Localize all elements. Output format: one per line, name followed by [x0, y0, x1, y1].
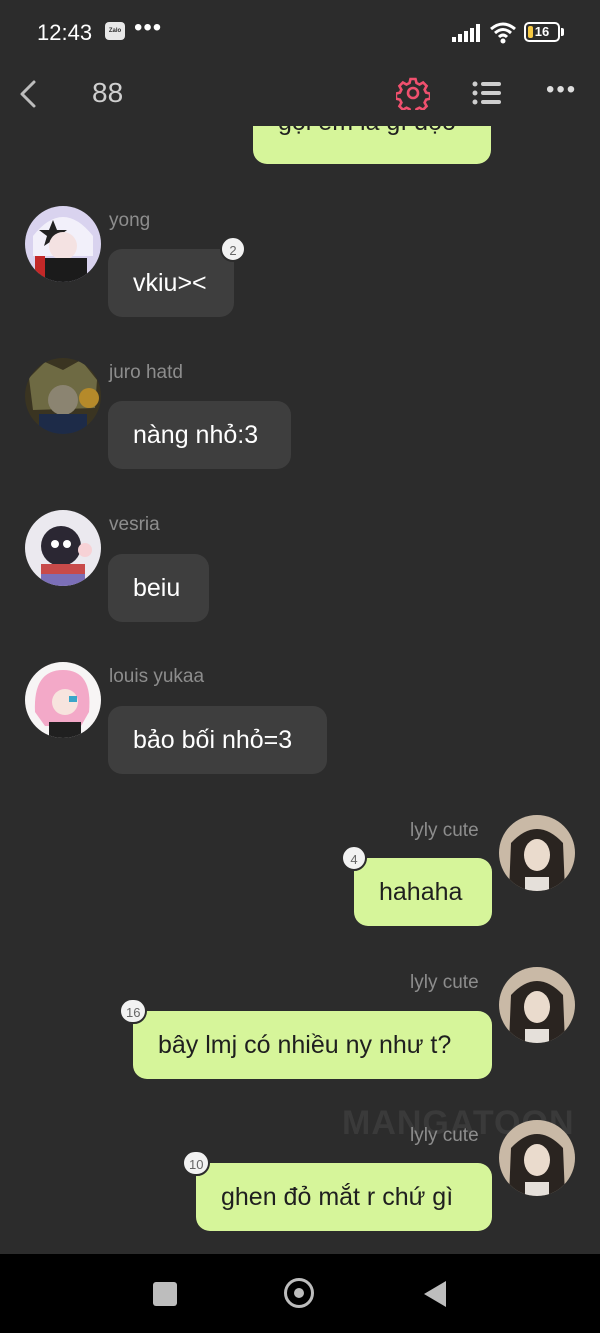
message-bubble[interactable]: ghen đỏ mắt r chứ gì [196, 1163, 492, 1231]
avatar-vesria-image [25, 510, 101, 586]
avatar[interactable] [25, 510, 101, 586]
chat-area[interactable]: gọi em là gì đọo yong vkiu>< 2 juro hatd… [0, 126, 600, 1254]
battery-percent: 16 [534, 24, 550, 39]
wifi-icon [490, 22, 516, 44]
avatar-lyly-image [499, 815, 575, 891]
sender-name: juro hatd [109, 362, 183, 383]
avatar-lyly-image [499, 1120, 575, 1196]
sender-name: lyly cute [410, 820, 479, 841]
message-bubble[interactable]: vkiu>< [108, 249, 234, 317]
status-time: 12:43 [37, 20, 93, 45]
message-bubble[interactable]: beiu [108, 554, 209, 622]
chat-title: 88 [92, 77, 124, 108]
sender-name: lyly cute [410, 1125, 479, 1146]
list-icon[interactable] [472, 78, 502, 108]
avatar[interactable] [499, 1120, 575, 1196]
sender-name: yong [109, 210, 151, 231]
recent-apps-button[interactable] [153, 1282, 177, 1306]
sender-name: vesria [109, 514, 160, 535]
reply-count-badge[interactable]: 10 [182, 1150, 211, 1176]
sender-name: lyly cute [410, 972, 479, 993]
message-text: hahaha [379, 878, 463, 906]
reply-count-badge[interactable]: 16 [119, 998, 148, 1024]
more-icon[interactable]: ••• [546, 76, 577, 104]
message-text: vkiu>< [133, 269, 207, 297]
avatar[interactable] [25, 662, 101, 738]
message-bubble[interactable]: nàng nhỏ:3 [108, 401, 291, 469]
avatar[interactable] [499, 967, 575, 1043]
avatar-louis-image [25, 662, 101, 738]
message-bubble[interactable]: hahaha [354, 858, 492, 926]
more-notifications-icon: ••• [134, 14, 163, 41]
reply-count-badge[interactable]: 4 [341, 845, 367, 871]
reply-count-badge[interactable]: 2 [220, 236, 246, 262]
avatar[interactable] [25, 358, 101, 434]
system-back-button[interactable] [424, 1281, 446, 1307]
message-text: gọi em là gì đọo [278, 126, 456, 136]
avatar[interactable] [25, 206, 101, 282]
battery-icon: 16 [524, 22, 560, 42]
back-icon[interactable] [14, 74, 44, 114]
avatar-yong-image [25, 206, 101, 282]
home-button[interactable] [284, 1278, 314, 1308]
avatar[interactable] [499, 815, 575, 891]
message-bubble[interactable]: bây lmj có nhiều ny như t? [133, 1011, 492, 1079]
avatar-juro-image [25, 358, 101, 434]
message-text: beiu [133, 574, 181, 602]
message-text: nàng nhỏ:3 [133, 421, 259, 449]
message-bubble[interactable]: bảo bối nhỏ=3 [108, 706, 327, 774]
message-bubble-partial: gọi em là gì đọo [253, 126, 491, 164]
message-text: bây lmj có nhiều ny như t? [158, 1031, 452, 1059]
sender-name: louis yukaa [109, 666, 205, 687]
status-bar: 12:43 Zalo ••• 16 [0, 0, 600, 62]
signal-icon [452, 24, 480, 42]
message-text: ghen đỏ mắt r chứ gì [221, 1183, 454, 1211]
battery-tip [561, 28, 564, 36]
system-nav-bar [0, 1254, 600, 1333]
chat-header: 88 ••• [0, 62, 600, 126]
gear-icon[interactable] [396, 76, 430, 110]
message-text: bảo bối nhỏ=3 [133, 726, 293, 754]
avatar-lyly-image [499, 967, 575, 1043]
zalo-notification-icon: Zalo [105, 22, 125, 40]
home-dot [294, 1288, 304, 1298]
